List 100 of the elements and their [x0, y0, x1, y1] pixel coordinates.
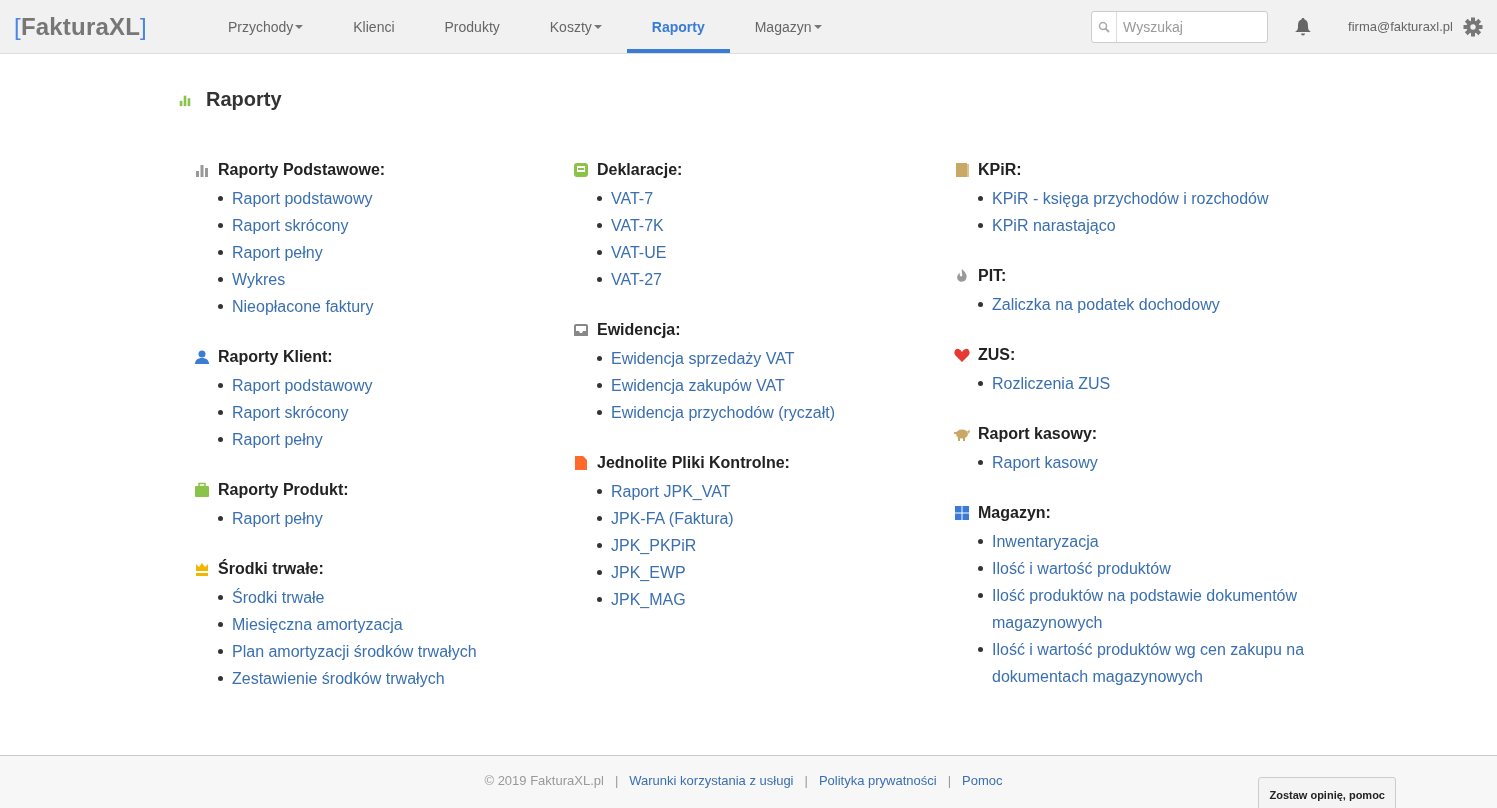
bullet: [978, 223, 983, 228]
section-title: KPiR:: [978, 160, 1022, 180]
section-title: Raporty Klient:: [218, 347, 333, 367]
bullet: [218, 277, 223, 282]
report-link[interactable]: Zestawienie środków trwałych: [232, 665, 445, 692]
bullet: [218, 649, 223, 654]
form-icon: [572, 162, 589, 178]
section-title: PIT:: [978, 266, 1007, 286]
report-link[interactable]: Nieopłacone faktury: [232, 293, 374, 320]
separator: |: [804, 773, 808, 790]
bullet: [218, 676, 223, 681]
report-link[interactable]: Raport JPK_VAT: [611, 478, 731, 505]
report-link[interactable]: Raport kasowy: [992, 449, 1098, 476]
report-link[interactable]: Raport podstawowy: [232, 185, 373, 212]
section-title: Raporty Produkt:: [218, 480, 349, 500]
report-link[interactable]: Środki trwałe: [232, 584, 325, 611]
bullet: [597, 516, 602, 521]
feedback-button[interactable]: Zostaw opinię, pomoc: [1258, 777, 1396, 808]
report-link[interactable]: Ilość i wartość produktów: [992, 555, 1171, 582]
page-title: Raporty: [206, 88, 282, 111]
bullet: [218, 595, 223, 600]
grid-icon: [953, 505, 970, 521]
briefcase-icon: [193, 482, 210, 498]
caret-icon: [295, 24, 304, 29]
report-link[interactable]: Miesięczna amortyzacja: [232, 611, 403, 638]
report-link[interactable]: VAT-UE: [611, 239, 667, 266]
report-link[interactable]: Ilość produktów na podstawie dokumentów magazynowych: [992, 582, 1312, 636]
footer-link[interactable]: Warunki korzystania z usługi: [629, 773, 794, 791]
report-link[interactable]: Wykres: [232, 266, 286, 293]
nav-tab[interactable]: Klienci: [328, 0, 420, 53]
bullet: [978, 566, 983, 571]
report-link[interactable]: Raport pełny: [232, 426, 323, 453]
report-link[interactable]: Raport skrócony: [232, 399, 349, 426]
report-link[interactable]: Ilość i wartość produktów wg cen zakupu na dokumentach magazynowych: [992, 636, 1312, 690]
footer-link[interactable]: Polityka prywatności: [818, 773, 937, 791]
bullet: [218, 250, 223, 255]
footer-link[interactable]: Pomoc: [962, 773, 1003, 791]
bullet: [218, 622, 223, 627]
bullet: [978, 647, 983, 652]
copyright-text: © 2019 FakturaXL.pl: [484, 773, 604, 790]
nav-tab[interactable]: Przychody: [202, 0, 329, 53]
crown-icon: [193, 561, 210, 577]
report-link[interactable]: KPiR - księga przychodów i rozchodów: [992, 185, 1269, 212]
nav-tab[interactable]: Magazyn: [729, 0, 847, 53]
report-link[interactable]: JPK_MAG: [611, 586, 686, 613]
nav-tab[interactable]: Koszty: [524, 0, 627, 53]
bullet: [978, 593, 983, 598]
report-link[interactable]: Raport pełny: [232, 505, 323, 532]
bullet: [218, 516, 223, 521]
bullet: [218, 410, 223, 415]
section-title: Magazyn:: [978, 503, 1051, 523]
report-link[interactable]: Raport podstawowy: [232, 372, 373, 399]
nav-tab[interactable]: Raporty: [626, 0, 730, 53]
section-title: Raport kasowy:: [978, 424, 1098, 444]
section-title: Środki trwałe:: [218, 558, 324, 579]
report-link[interactable]: VAT-7: [611, 185, 654, 212]
report-link[interactable]: Rozliczenia ZUS: [992, 370, 1111, 397]
user-email[interactable]: firma@fakturaxl.pl: [1348, 19, 1453, 34]
notifications-button[interactable]: [1294, 16, 1313, 37]
bullet: [218, 196, 223, 201]
separator: |: [614, 773, 619, 790]
nav-tab[interactable]: Produkty: [419, 0, 525, 53]
bullet: [597, 570, 602, 575]
bullet: [978, 539, 983, 544]
report-link[interactable]: JPK_EWP: [611, 559, 686, 586]
report-link[interactable]: JPK_PKPiR: [611, 532, 697, 559]
report-link[interactable]: Zaliczka na podatek dochodowy: [992, 291, 1220, 318]
bar-chart-icon: [193, 162, 210, 178]
bullet: [597, 250, 602, 255]
book-icon: [953, 162, 970, 178]
bullet: [597, 597, 602, 602]
report-link[interactable]: Raport skrócony: [232, 212, 349, 239]
report-link[interactable]: Ewidencja sprzedaży VAT: [611, 345, 795, 372]
bullet: [597, 277, 602, 282]
section-title: ZUS:: [978, 345, 1016, 365]
search-field[interactable]: Wyszukaj: [1091, 10, 1269, 43]
report-link[interactable]: KPiR narastająco: [992, 212, 1116, 239]
bullet: [597, 196, 602, 201]
report-link[interactable]: VAT-7K: [611, 212, 664, 239]
bullet: [978, 381, 983, 386]
report-link[interactable]: Raport pełny: [232, 239, 323, 266]
settings-button[interactable]: [1463, 16, 1483, 37]
bullet: [978, 460, 983, 465]
bullet: [978, 196, 983, 201]
report-link[interactable]: JPK-FA (Faktura): [611, 505, 734, 532]
separator: |: [947, 773, 952, 790]
user-icon: [193, 349, 210, 365]
report-link[interactable]: Ewidencja zakupów VAT: [611, 372, 785, 399]
section-title: Jednolite Pliki Kontrolne:: [597, 453, 790, 473]
bullet: [218, 383, 223, 388]
inbox-icon: [572, 322, 589, 338]
bullet: [597, 410, 602, 415]
report-link[interactable]: Ewidencja przychodów (ryczałt): [611, 399, 836, 426]
logo[interactable]: [FakturaXL]: [14, 12, 147, 41]
report-link[interactable]: Inwentaryzacja: [992, 528, 1099, 555]
bullet: [218, 304, 223, 309]
bullet: [597, 356, 602, 361]
report-link[interactable]: VAT-27: [611, 266, 662, 293]
bullet: [597, 489, 602, 494]
report-link[interactable]: Plan amortyzacji środków trwałych: [232, 638, 477, 665]
